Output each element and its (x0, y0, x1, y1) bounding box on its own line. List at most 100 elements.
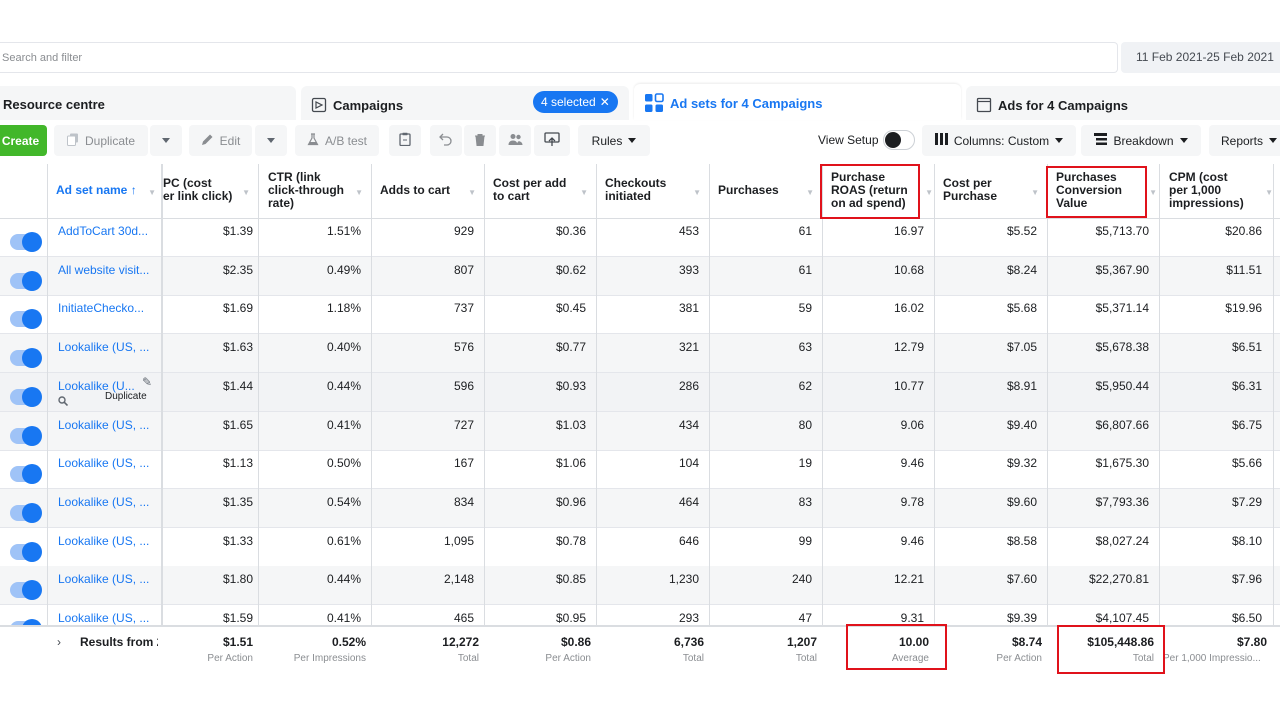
reports-dropdown[interactable]: Reports (1209, 125, 1280, 156)
cell-cost-purchase: $9.60 (1006, 494, 1037, 509)
tab-resource-centre[interactable]: Resource centre (0, 86, 296, 120)
ad-set-name-link[interactable]: InitiateChecko... (58, 301, 158, 315)
duplicate-button[interactable]: Duplicate (54, 125, 148, 156)
expand-chevron-icon[interactable]: › (57, 635, 61, 649)
cell-cost-add: $0.85 (555, 572, 586, 587)
pencil-icon (201, 133, 214, 149)
ad-set-toggle[interactable] (10, 348, 42, 369)
undo-button[interactable] (430, 125, 462, 156)
header-ctr[interactable]: CTR (link click-through rate) ▼ (268, 171, 371, 225)
breakdown-dropdown[interactable]: Breakdown (1081, 125, 1201, 156)
selected-count-pill[interactable]: 4 selected ✕ (533, 91, 618, 113)
duplicate-icon (66, 133, 79, 149)
magnifier-icon[interactable] (58, 393, 69, 411)
header-cost-per-add[interactable]: Cost per add to cart ▼ (493, 177, 596, 231)
header-cost-per-purchase[interactable]: Cost per Purchase ▼ (943, 177, 1047, 231)
cell-cost-add: $1.03 (555, 417, 586, 432)
table-row[interactable]: InitiateChecko... $1.69 1.18% 737 $0.45 381 59… (0, 295, 1280, 335)
sort-caret-icon[interactable]: ▼ (925, 186, 933, 199)
table-row[interactable]: Lookalike (US, ... $1.63 0.40% 576 $0.77 321 6… (0, 334, 1280, 374)
cell-cost-purchase: $7.60 (1006, 572, 1037, 587)
ad-set-toggle[interactable] (10, 425, 42, 446)
ad-set-name-link[interactable]: Lookalike (US, ... (58, 534, 158, 548)
columns-dropdown[interactable]: Columns: Custom (922, 125, 1076, 156)
tab-ad-sets[interactable]: Ad sets for 4 Campaigns (634, 84, 961, 120)
cell-cost-purchase: $8.24 (1006, 262, 1037, 277)
ad-set-name-link[interactable]: Lookalike (US, ... (58, 611, 158, 625)
search-input[interactable]: Search and filter (0, 42, 1118, 73)
cell-purchases: 240 (791, 572, 812, 587)
ad-set-toggle[interactable] (10, 270, 42, 291)
ad-set-name-link[interactable]: Lookalike (US, ... (58, 572, 158, 586)
table-row[interactable]: Lookalike (US, ... $1.80 0.44% 2,148 $0.85 1,… (0, 566, 1280, 606)
cell-ctr: 1.18% (326, 301, 361, 316)
ad-set-toggle[interactable] (10, 386, 42, 407)
sort-caret-icon[interactable]: ▼ (242, 186, 250, 199)
total-ctr-sub: Per Impressions (293, 653, 366, 664)
ad-set-toggle[interactable] (10, 502, 42, 523)
header-ad-set-name[interactable]: Ad set name ↑ ▼ (56, 184, 160, 238)
ad-set-toggle[interactable] (10, 232, 42, 252)
rules-dropdown[interactable]: Rules (578, 125, 650, 156)
duplicate-dropdown[interactable] (150, 125, 182, 156)
create-button[interactable]: Create (0, 125, 47, 156)
cell-cpm: $20.86 (1225, 224, 1262, 238)
ad-set-toggle[interactable] (10, 541, 42, 562)
cell-cpm: $8.10 (1231, 533, 1262, 548)
sort-caret-icon[interactable]: ▼ (468, 186, 476, 199)
ad-set-toggle[interactable] (10, 309, 42, 330)
column-divider (47, 164, 48, 680)
chevron-down-icon (1179, 138, 1188, 143)
conversion-value-total-highlight (1057, 625, 1165, 674)
delete-button[interactable] (464, 125, 496, 156)
sort-caret-icon[interactable]: ▼ (693, 186, 701, 199)
ad-set-toggle[interactable] (10, 464, 42, 485)
ad-set-name-link[interactable]: Lookalike (US, ... (58, 495, 158, 509)
cell-purchases: 63 (798, 340, 812, 355)
header-cpc[interactable]: PC (cost er link click) ▼ (163, 177, 258, 231)
sort-caret-icon[interactable]: ▼ (355, 186, 363, 199)
cell-checkouts: 104 (678, 456, 699, 471)
sort-caret-icon[interactable]: ▼ (148, 186, 156, 199)
sort-caret-icon[interactable]: ▼ (806, 186, 814, 199)
sort-caret-icon[interactable]: ▼ (1031, 186, 1039, 199)
ad-set-name-link[interactable]: Lookalike (US, ... (58, 418, 158, 432)
header-purchases[interactable]: Purchases ▼ (718, 184, 822, 238)
sort-caret-icon[interactable]: ▼ (580, 186, 588, 199)
table-row[interactable]: Lookalike (US, ... $1.33 0.61% 1,095 $0.78 64… (0, 528, 1280, 567)
cell-cost-add: $0.95 (555, 611, 586, 625)
pencil-icon[interactable]: ✎ (142, 375, 152, 389)
table-row[interactable]: Lookalike (US, ... $1.35 0.54% 834 $0.96 464 8… (0, 488, 1280, 528)
cell-roas: 10.77 (893, 378, 924, 393)
tab-ads[interactable]: Ads for 4 Campaigns (966, 86, 1280, 120)
ad-set-toggle[interactable] (10, 580, 42, 601)
header-cpm[interactable]: CPM (cost per 1,000 impressions) ▼ (1169, 171, 1273, 225)
ad-set-name-link[interactable]: All website visit... (58, 263, 158, 277)
header-checkouts[interactable]: Checkouts initiated ▼ (605, 177, 709, 231)
edit-button[interactable]: Edit (189, 125, 252, 156)
view-setup-toggle[interactable] (883, 130, 915, 150)
table-row[interactable]: Lookalike (US, ... $1.13 0.50% 167 $1.06 104 1… (0, 450, 1280, 490)
cell-ctr: 0.44% (326, 378, 361, 393)
ad-set-name-link[interactable]: Lookalike (US, ... (58, 340, 158, 354)
ad-set-name-link[interactable]: Lookalike (US, ... (58, 456, 158, 470)
selected-label: 4 selected (541, 95, 596, 109)
export-button[interactable] (534, 125, 570, 156)
breakdown-icon (1094, 133, 1108, 148)
table-row[interactable]: Lookalike (U... ✎ Duplicate $1.44 0.44% 596 $0… (0, 372, 1280, 412)
duplicate-link[interactable]: Duplicate (105, 391, 147, 402)
report-button[interactable] (389, 125, 421, 156)
edit-dropdown[interactable] (255, 125, 287, 156)
toggle-knob (22, 541, 42, 562)
header-adds-to-cart[interactable]: Adds to cart ▼ (380, 184, 484, 238)
audience-button[interactable] (499, 125, 531, 156)
table-row[interactable]: Lookalike (US, ... $1.65 0.41% 727 $1.03 434 8… (0, 411, 1280, 451)
sort-caret-icon[interactable]: ▼ (1149, 186, 1157, 199)
ad-sets-table: AddToCart 30d... $1.39 1.51% 929 $0.36 453 61 1… (0, 164, 1280, 680)
ab-test-button[interactable]: A/B test (295, 125, 379, 156)
sort-caret-icon[interactable]: ▼ (1265, 186, 1273, 199)
table-row[interactable]: All website visit... $2.35 0.49% 807 $0.62 39… (0, 256, 1280, 296)
date-range-picker[interactable]: 11 Feb 2021-25 Feb 2021 (1121, 42, 1280, 73)
close-icon[interactable]: ✕ (600, 95, 610, 109)
total-cpm: $7.80 (1236, 635, 1267, 649)
